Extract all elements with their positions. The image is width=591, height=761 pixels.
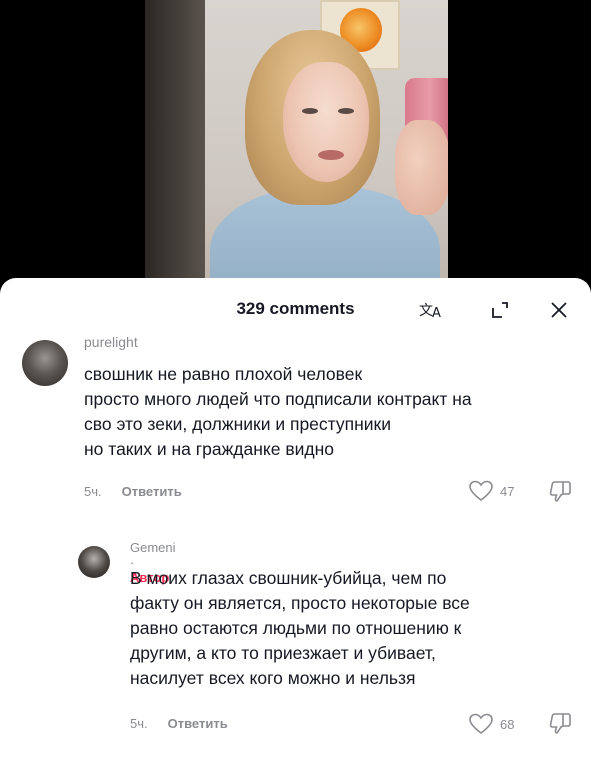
comment-line: свошник не равно плохой человек <box>84 364 363 384</box>
comment-line: сво это зеки, должники и преступники <box>84 414 391 434</box>
dislike-icon <box>549 713 571 734</box>
comment-time: 5ч. <box>130 716 148 731</box>
comment-line: В моих глазах свошник-убийца, чем по <box>130 568 447 588</box>
dislike-icon <box>549 481 571 502</box>
comments-sheet: 329 comments 文 A purelight свошник не ра… <box>0 278 591 761</box>
comment-time: 5ч. <box>84 484 102 499</box>
expand-icon[interactable] <box>486 298 514 322</box>
comment-text: свошник не равно плохой человек просто м… <box>84 362 584 462</box>
person-face <box>283 62 369 182</box>
video-player[interactable] <box>0 0 591 300</box>
comment-meta: 5ч. Ответить <box>84 484 182 499</box>
svg-text:A: A <box>432 306 441 320</box>
background-wall <box>145 0 205 300</box>
comment-line: другим, а кто то приезжает и убивает, <box>130 643 436 663</box>
reply-button[interactable]: Ответить <box>168 716 228 731</box>
comment-line: насилует всех кого можно и нельзя <box>130 668 416 688</box>
svg-text:文: 文 <box>419 303 433 319</box>
like-button[interactable]: 47 <box>468 479 514 503</box>
like-button[interactable]: 68 <box>468 712 514 736</box>
avatar[interactable] <box>78 546 110 578</box>
comments-header: 329 comments 文 A <box>0 278 591 338</box>
like-count: 47 <box>500 483 515 499</box>
comment-line: факту он является, просто некоторые все <box>130 593 470 613</box>
comment-line: равно остаются людьми по отношению к <box>130 618 462 638</box>
dislike-button[interactable] <box>548 478 574 504</box>
comment-meta: 5ч. Ответить <box>130 716 228 731</box>
close-icon[interactable] <box>545 298 573 322</box>
person-eye <box>302 108 318 114</box>
reply-button[interactable]: Ответить <box>122 484 182 499</box>
avatar[interactable] <box>22 340 68 386</box>
person-hand <box>395 120 448 215</box>
comment-username[interactable]: purelight <box>84 334 138 350</box>
comment-line: просто много людей что подписали контрак… <box>84 389 472 409</box>
person-lips <box>318 150 344 160</box>
comment-text: В моих глазах свошник-убийца, чем по фак… <box>130 566 570 691</box>
heart-icon <box>469 480 493 502</box>
dislike-button[interactable] <box>548 710 574 736</box>
reply-username[interactable]: Gemeni <box>130 540 176 555</box>
comment-line: но таких и на гражданке видно <box>84 439 335 459</box>
video-frame <box>145 0 448 300</box>
like-count: 68 <box>500 716 515 732</box>
translate-icon[interactable]: 文 A <box>418 298 446 322</box>
heart-icon <box>469 713 493 735</box>
person-eye <box>338 108 354 114</box>
